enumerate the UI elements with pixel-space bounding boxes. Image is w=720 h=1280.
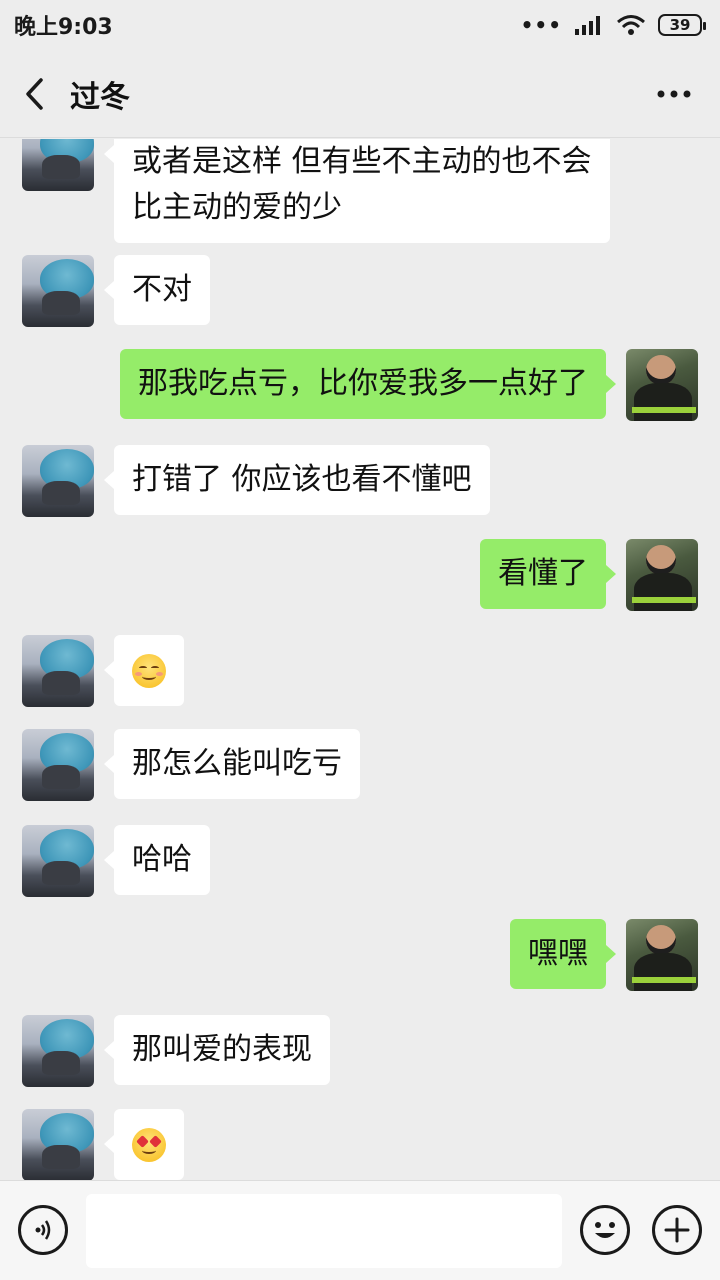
contact-avatar[interactable] xyxy=(22,445,94,517)
status-icons: ••• 39 xyxy=(520,13,706,37)
more-button[interactable] xyxy=(650,72,698,116)
message-text: 那叫爱的表现 xyxy=(132,1032,312,1067)
message-bubble[interactable]: 那我吃点亏，比你爱我多一点好了 xyxy=(120,349,616,419)
message-text: 哈哈 xyxy=(132,842,192,877)
message-bubble[interactable]: 那怎么能叫吃亏 xyxy=(104,729,360,799)
contact-avatar[interactable] xyxy=(22,825,94,897)
voice-button[interactable] xyxy=(18,1205,68,1255)
status-time: 晚上9:03 xyxy=(14,15,113,40)
chat-header: 过冬 xyxy=(0,50,720,138)
message-text-line: 比主动的爱的少 xyxy=(132,190,342,225)
plus-icon xyxy=(664,1217,690,1243)
message-bubble[interactable]: 看懂了 xyxy=(480,539,616,609)
more-dots-icon xyxy=(657,90,691,98)
message-bubble[interactable]: 打错了 你应该也看不懂吧 xyxy=(104,445,490,515)
battery-icon: 39 xyxy=(658,14,706,36)
voice-icon xyxy=(35,1220,51,1240)
message-bubble[interactable]: 不对 xyxy=(104,255,210,325)
battery-level: 39 xyxy=(669,16,691,34)
message-bubble[interactable]: 嘿嘿 xyxy=(510,919,616,989)
message-bubble[interactable]: 或者是这样 但有些不主动的也不会 比主动的爱的少 xyxy=(104,139,610,243)
input-bar xyxy=(0,1180,720,1280)
smiling-blush-emoji-icon xyxy=(132,653,166,688)
message-list[interactable]: 或者是这样 但有些不主动的也不会 比主动的爱的少 不对 那我吃点亏，比你爱我多一… xyxy=(0,139,720,1180)
emoji-button[interactable] xyxy=(580,1205,630,1255)
cell-signal-icon xyxy=(575,16,600,35)
contact-avatar[interactable] xyxy=(22,1109,94,1180)
my-avatar[interactable] xyxy=(626,919,698,991)
message-bubble[interactable] xyxy=(104,1109,184,1180)
heart-eyes-emoji-icon xyxy=(132,1127,166,1162)
plus-button[interactable] xyxy=(652,1205,702,1255)
message-text: 看懂了 xyxy=(498,556,588,591)
message-input[interactable] xyxy=(86,1194,562,1268)
contact-avatar[interactable] xyxy=(22,255,94,327)
emoji-icon xyxy=(595,1222,615,1238)
contact-avatar[interactable] xyxy=(22,139,94,191)
chevron-left-icon xyxy=(26,77,43,110)
back-button[interactable] xyxy=(0,50,70,138)
message-bubble[interactable] xyxy=(104,635,184,706)
message-bubble[interactable]: 那叫爱的表现 xyxy=(104,1015,330,1085)
message-text: 那怎么能叫吃亏 xyxy=(132,746,342,781)
wifi-icon xyxy=(617,15,645,35)
signal-dots-icon: ••• xyxy=(520,13,562,37)
message-text: 嘿嘿 xyxy=(528,936,588,971)
message-text: 那我吃点亏，比你爱我多一点好了 xyxy=(138,366,588,401)
contact-avatar[interactable] xyxy=(22,1015,94,1087)
my-avatar[interactable] xyxy=(626,539,698,611)
chat-title: 过冬 xyxy=(70,79,130,115)
message-text-line: 或者是这样 但有些不主动的也不会 xyxy=(132,144,592,179)
message-text: 打错了 你应该也看不懂吧 xyxy=(132,462,472,497)
status-bar: 晚上9:03 ••• 39 xyxy=(0,0,720,50)
message-bubble[interactable]: 哈哈 xyxy=(104,825,210,895)
my-avatar[interactable] xyxy=(626,349,698,421)
message-text: 不对 xyxy=(132,272,192,307)
contact-avatar[interactable] xyxy=(22,729,94,801)
contact-avatar[interactable] xyxy=(22,635,94,707)
